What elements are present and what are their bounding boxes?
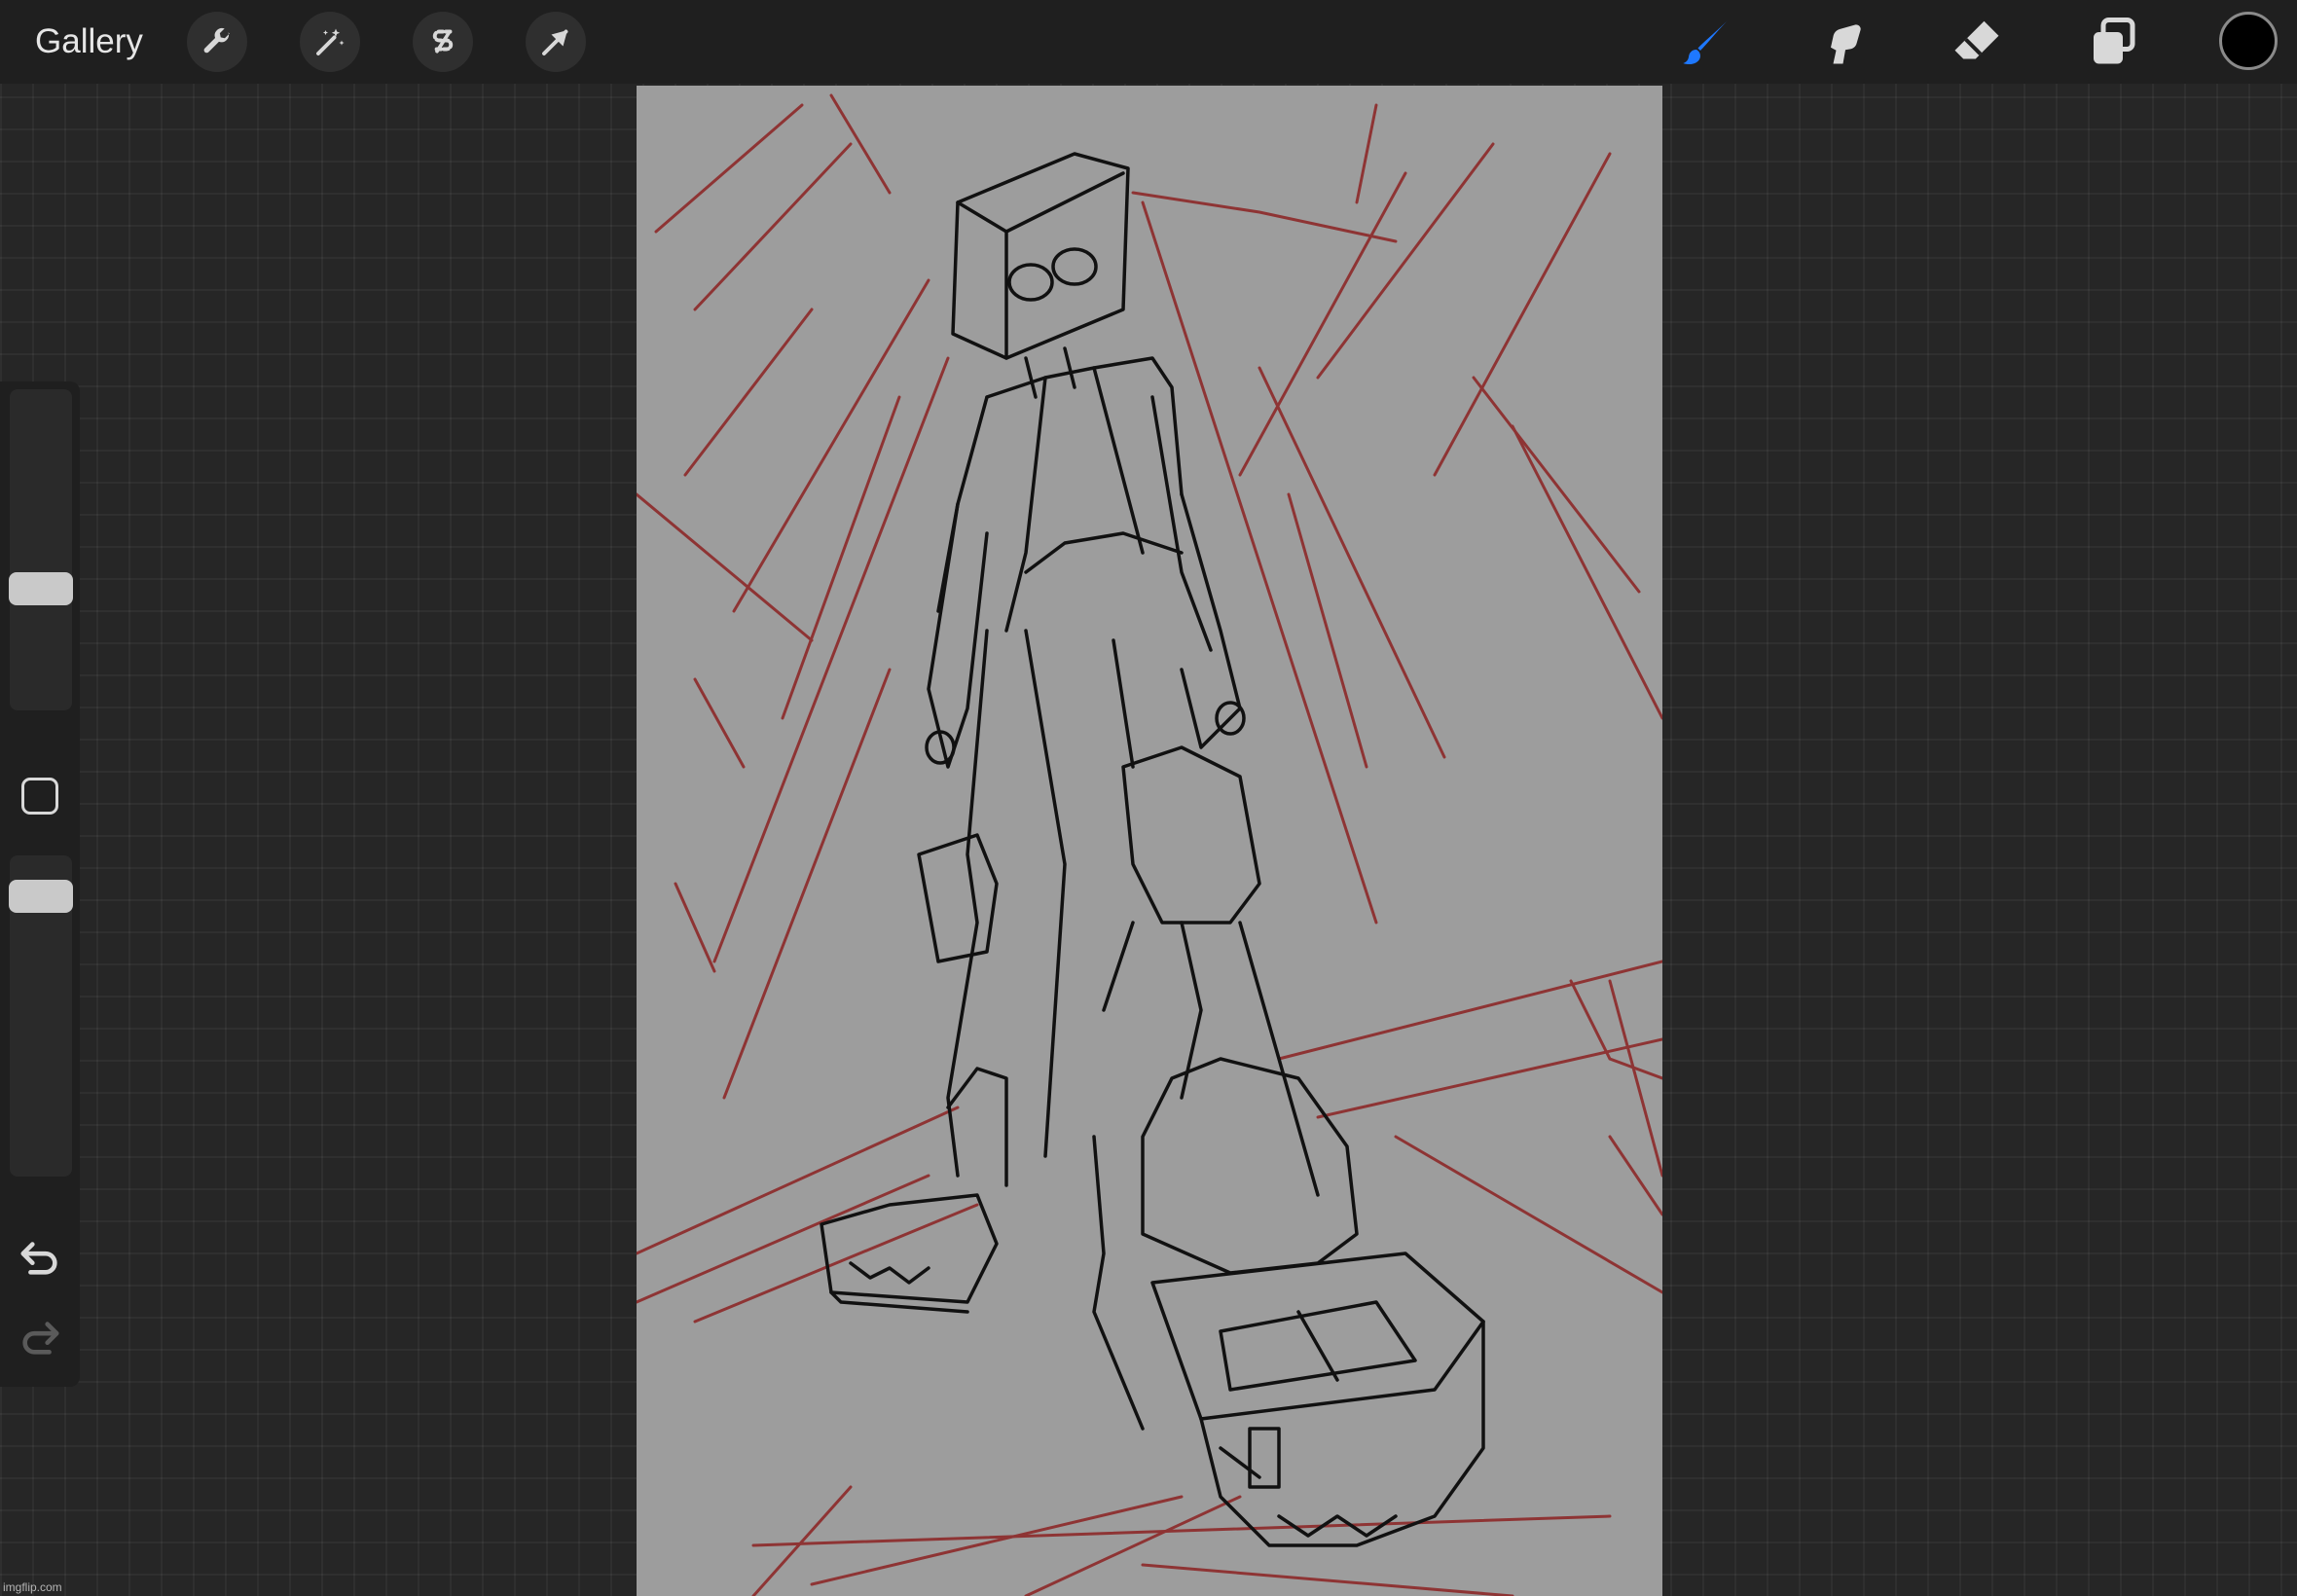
color-picker-button[interactable] <box>2219 12 2278 70</box>
gallery-button[interactable]: Gallery <box>35 19 143 64</box>
eraser-tool-button[interactable] <box>1945 10 2009 74</box>
sidebar <box>0 381 80 1387</box>
eraser-icon <box>1954 20 1999 59</box>
brush-tool-button[interactable] <box>1674 10 1738 74</box>
actions-button[interactable] <box>187 12 247 72</box>
undo-icon[interactable] <box>18 1238 62 1277</box>
square-icon[interactable] <box>21 778 58 815</box>
brush-size-slider[interactable] <box>10 389 72 710</box>
brush-size-thumb[interactable] <box>9 572 73 605</box>
robot-sketch <box>820 152 1485 1547</box>
wrench-icon <box>203 27 230 54</box>
top-toolbar: Gallery <box>0 0 2297 84</box>
transform-button[interactable] <box>526 12 586 72</box>
transform-arrow-icon <box>542 29 568 55</box>
smudge-tool-button[interactable] <box>1808 10 1873 74</box>
red-guide-lines <box>637 93 1662 1596</box>
selection-button[interactable] <box>413 12 473 72</box>
opacity-thumb[interactable] <box>9 880 73 913</box>
sketch-artwork <box>637 93 1662 1596</box>
drawing-canvas[interactable] <box>637 86 1662 1596</box>
smudge-icon <box>1831 24 1861 64</box>
watermark-text: imgflip.com <box>3 1580 62 1594</box>
layers-icon <box>2094 18 2135 64</box>
brush-icon <box>1683 19 1729 65</box>
selection-s-icon <box>432 29 454 54</box>
layers-button[interactable] <box>2081 10 2145 74</box>
redo-icon[interactable] <box>18 1318 62 1357</box>
adjustments-button[interactable] <box>300 12 360 72</box>
magic-wand-icon <box>316 28 345 55</box>
